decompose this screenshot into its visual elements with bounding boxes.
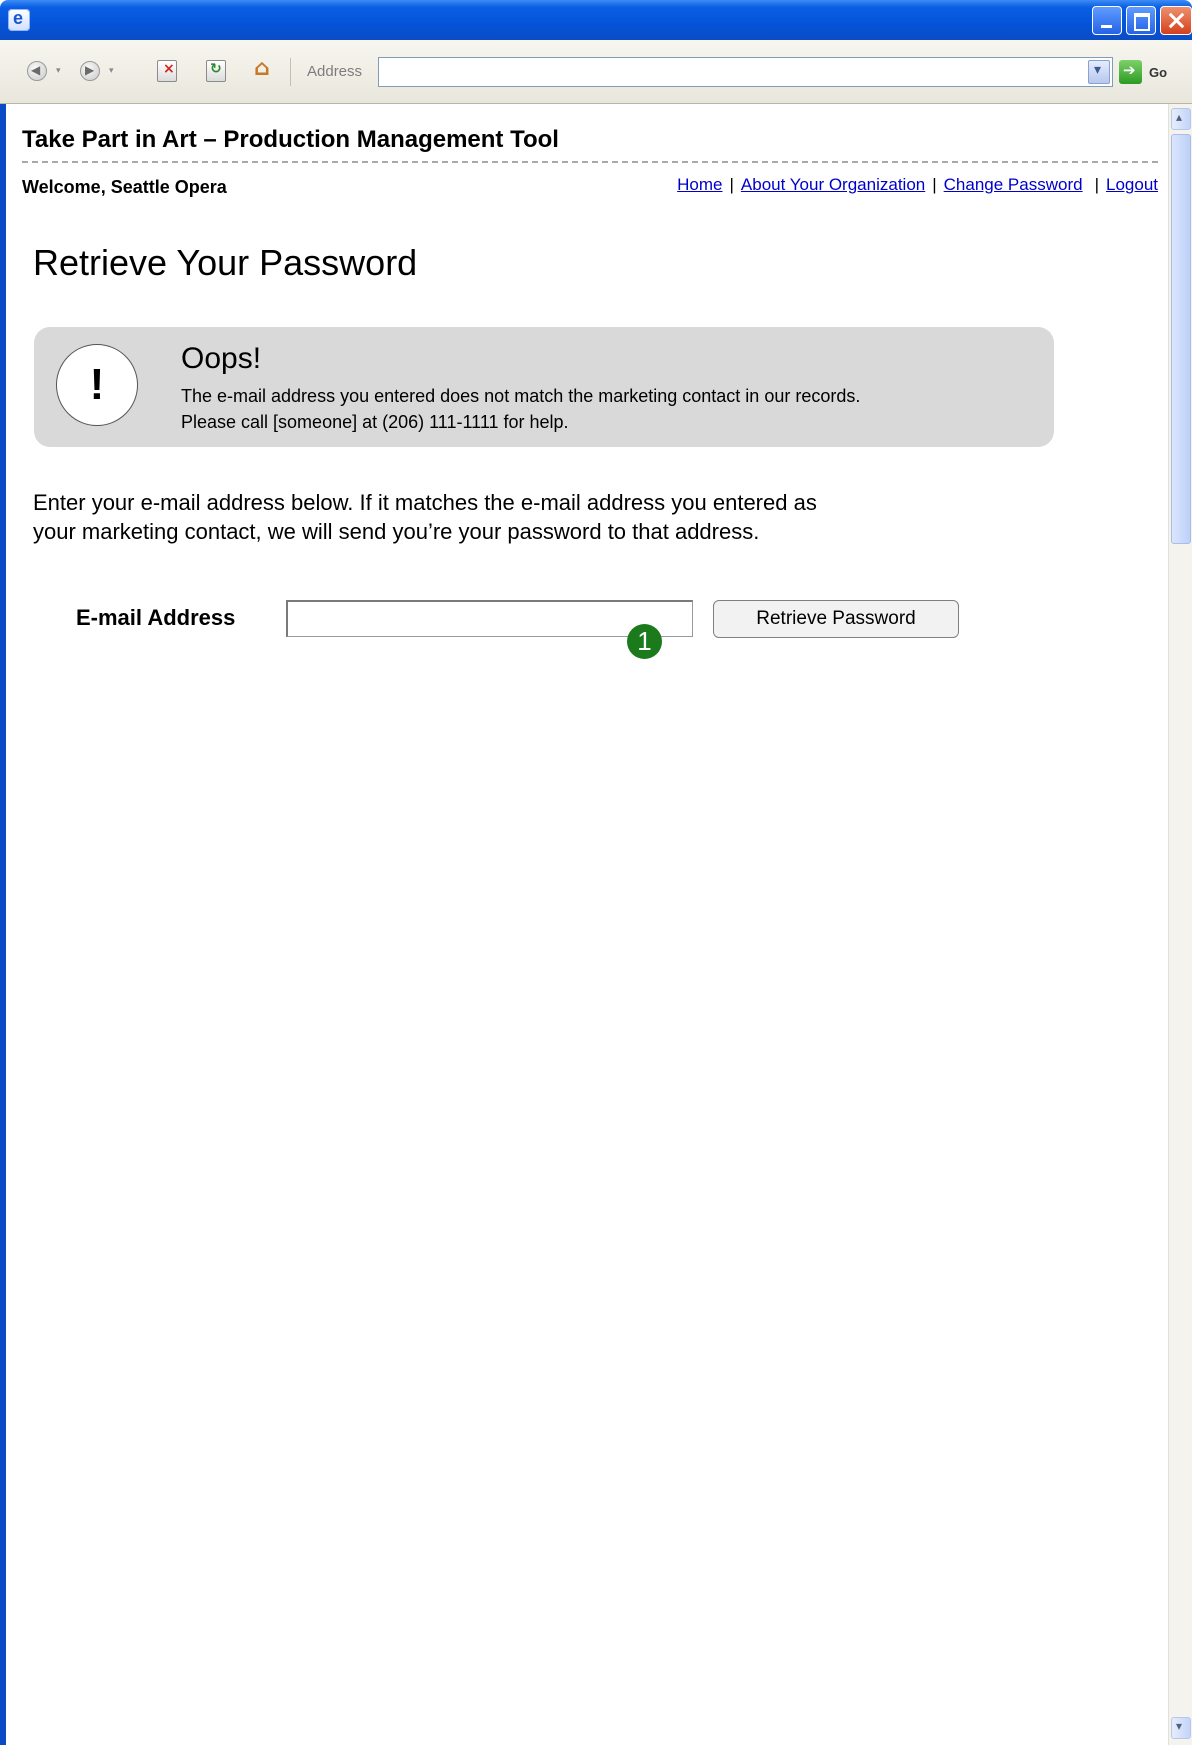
nav-logout-link[interactable]: Logout [1106,175,1158,194]
annotation-marker: 1 [627,624,662,659]
nav-change-password-link[interactable]: Change Password [944,175,1083,194]
go-arrow-icon[interactable] [1119,60,1142,84]
nav-separator: | [1094,175,1099,194]
internet-explorer-icon [8,8,30,31]
forward-dropdown-icon[interactable]: ▾ [109,66,114,76]
retrieve-password-button[interactable]: Retrieve Password [713,600,959,638]
page-content: Take Part in Art – Production Management… [6,104,1168,1745]
stop-icon[interactable] [157,60,177,82]
refresh-icon[interactable] [206,60,226,82]
address-bar-input[interactable] [378,57,1113,87]
site-title: Take Part in Art – Production Management… [22,126,559,153]
top-nav: Home | About Your Organization | Change Pass… [677,175,1158,195]
instructions-line: your marketing contact, we will send you… [33,519,760,544]
go-button-label[interactable]: Go [1149,65,1167,80]
maximize-button[interactable] [1126,6,1156,35]
nav-home-link[interactable]: Home [677,175,722,194]
back-dropdown-icon[interactable]: ▾ [56,66,61,76]
alert-message: The e-mail address you entered does not … [181,383,860,435]
scroll-thumb[interactable] [1171,134,1191,544]
welcome-message: Welcome, Seattle Opera [22,177,227,197]
forward-icon[interactable] [80,61,100,81]
back-icon[interactable] [27,61,47,81]
exclamation-icon: ! [56,344,138,426]
error-alert: ! Oops! The e-mail address you entered d… [34,327,1054,447]
vertical-scrollbar[interactable] [1168,104,1192,1745]
title-divider [22,161,1158,163]
toolbar-divider [290,58,291,86]
address-label: Address [307,63,363,80]
minimize-button[interactable] [1092,6,1122,35]
nav-about-link[interactable]: About Your Organization [741,175,925,194]
home-icon[interactable] [254,56,274,82]
address-dropdown-icon[interactable] [1088,60,1110,84]
alert-message-line: The e-mail address you entered does not … [181,386,861,406]
retrieve-password-form: E-mail Address Retrieve Password 1 [6,597,1168,659]
alert-title: Oops! [181,342,262,375]
page-title: Retrieve Your Password [33,242,418,283]
nav-separator: | [932,175,937,194]
alert-message-line: Please call [someone] at (206) 111-1111 … [181,412,569,432]
instructions-text: Enter your e-mail address below. If it m… [33,488,817,546]
instructions-line: Enter your e-mail address below. If it m… [33,490,817,515]
window-titlebar [0,0,1192,40]
close-button[interactable] [1160,6,1192,35]
browser-toolbar: ▾ ▾ Address Go [0,40,1192,104]
scroll-down-icon[interactable] [1171,1717,1191,1739]
nav-separator: | [729,175,734,194]
email-field-label: E-mail Address [76,605,236,630]
scroll-up-icon[interactable] [1171,108,1191,130]
